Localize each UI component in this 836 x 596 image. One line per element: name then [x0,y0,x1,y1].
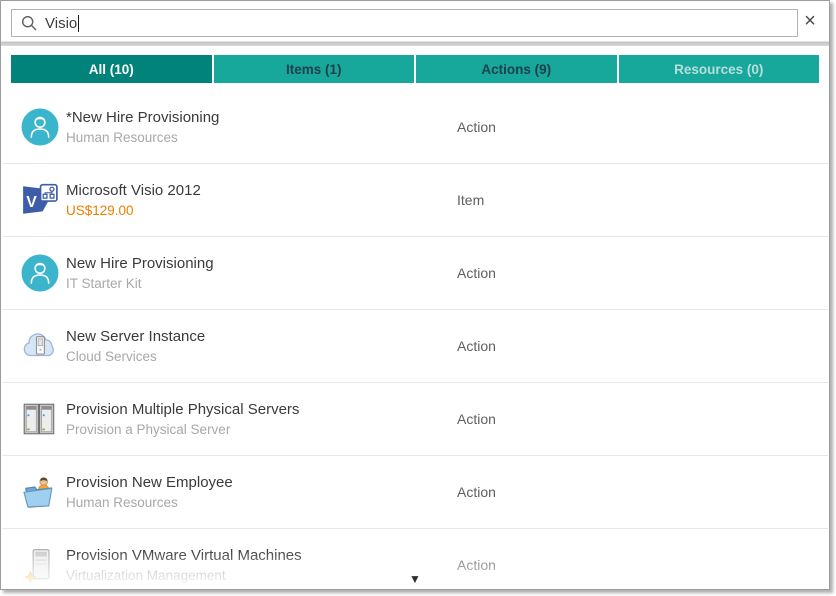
scroll-down-indicator[interactable]: ▼ [409,573,421,585]
close-icon[interactable]: × [797,8,823,34]
tab-resources-0[interactable]: Resources (0) [619,55,820,83]
item-text: Provision VMware Virtual Machines Virtual… [66,547,302,583]
search-dialog: Visio × All (10)Items (1)Actions (9)Reso… [0,0,830,590]
item-title: *New Hire Provisioning [66,109,219,126]
item-title: Provision New Employee [66,474,233,491]
person-circle-icon [21,108,59,146]
search-input-value: Visio [45,15,77,32]
list-item[interactable]: *New Hire Provisioning Human Resources Act… [2,91,828,164]
item-title: New Hire Provisioning [66,255,214,272]
tab-items-1[interactable]: Items (1) [214,55,415,83]
item-subtitle: Human Resources [66,495,233,510]
list-item[interactable]: New Server Instance Cloud Services Action [2,310,828,383]
person-circle-icon [21,254,59,292]
list-item[interactable]: Provision Multiple Physical Servers Provi… [2,383,828,456]
tab-all-10[interactable]: All (10) [11,55,212,83]
item-title: Provision VMware Virtual Machines [66,547,302,564]
item-text: New Server Instance Cloud Services [66,328,205,364]
list-item[interactable]: V Microsoft Visio 2012 US$129.00 Item [2,164,828,237]
search-header: Visio × [1,1,829,41]
tab-actions-9[interactable]: Actions (9) [416,55,617,83]
item-price: US$129.00 [66,203,201,218]
svg-text:V: V [26,194,37,211]
item-subtitle: Human Resources [66,130,219,145]
item-subtitle: Virtualization Management [66,568,302,583]
item-subtitle: IT Starter Kit [66,276,214,291]
item-type-label: Item [457,192,484,208]
item-text: Microsoft Visio 2012 US$129.00 [66,182,201,218]
cloud-server-icon [21,327,59,365]
search-results-list: *New Hire Provisioning Human Resources Act… [2,91,828,588]
vm-server-icon [21,546,59,584]
physical-servers-icon [21,400,59,438]
item-type-label: Action [457,338,496,354]
list-item[interactable]: Provision New Employee Human Resources Act… [2,456,828,529]
item-text: New Hire Provisioning IT Starter Kit [66,255,214,291]
list-item[interactable]: New Hire Provisioning IT Starter Kit Actio… [2,237,828,310]
item-title: Microsoft Visio 2012 [66,182,201,199]
item-subtitle: Provision a Physical Server [66,422,299,437]
folder-person-icon [21,473,59,511]
item-title: New Server Instance [66,328,205,345]
item-type-label: Action [457,265,496,281]
tab-bar: All (10)Items (1)Actions (9)Resources (0… [11,55,819,83]
item-type-label: Action [457,484,496,500]
header-divider [1,41,829,46]
item-text: Provision New Employee Human Resources [66,474,233,510]
item-type-label: Action [457,119,496,135]
item-subtitle: Cloud Services [66,349,205,364]
item-title: Provision Multiple Physical Servers [66,401,299,418]
item-text: Provision Multiple Physical Servers Provi… [66,401,299,437]
item-type-label: Action [457,557,496,573]
text-caret [78,15,79,32]
visio-icon: V [21,181,59,219]
search-input[interactable]: Visio [11,9,798,37]
search-icon [21,15,37,31]
item-type-label: Action [457,411,496,427]
item-text: *New Hire Provisioning Human Resources [66,109,219,145]
